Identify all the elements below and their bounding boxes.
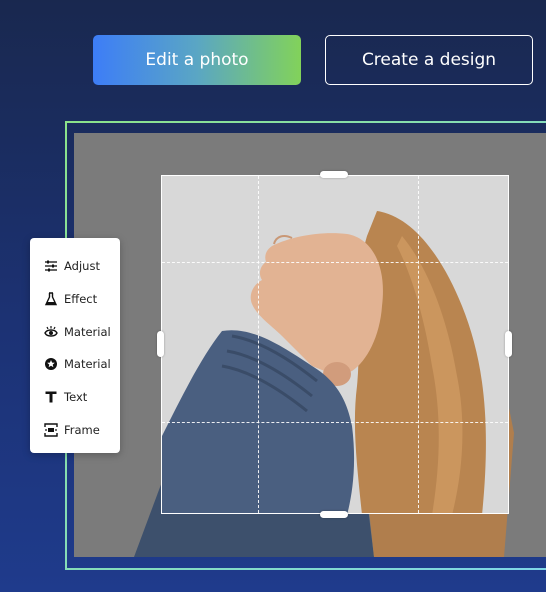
eye-icon (44, 326, 58, 337)
text-icon (45, 391, 57, 403)
tool-material-eye[interactable]: Material (44, 321, 120, 343)
tool-label: Frame (64, 423, 100, 437)
crop-box[interactable] (161, 175, 509, 514)
create-design-button[interactable]: Create a design (325, 35, 533, 85)
cropped-photo (162, 176, 508, 513)
sliders-icon (45, 260, 57, 272)
crop-handle-left[interactable] (157, 331, 164, 357)
crop-handle-top[interactable] (320, 171, 348, 178)
tool-frame[interactable]: Frame (44, 419, 120, 441)
tool-label: Text (64, 390, 88, 404)
tool-material-badge[interactable]: Material (44, 353, 120, 375)
grid-line (418, 176, 419, 513)
crop-handle-right[interactable] (505, 331, 512, 357)
edit-photo-button[interactable]: Edit a photo (93, 35, 301, 85)
flask-icon (44, 292, 58, 306)
badge-icon (45, 358, 57, 370)
tool-adjust[interactable]: Adjust (44, 255, 120, 277)
tool-label: Effect (64, 292, 98, 306)
tool-effect[interactable]: Effect (44, 288, 120, 310)
grid-line (258, 176, 259, 513)
grid-line (162, 262, 508, 263)
tool-label: Adjust (64, 259, 100, 273)
frame-icon (44, 423, 58, 437)
tool-text[interactable]: Text (44, 386, 120, 408)
tool-label: Material (64, 325, 111, 339)
tool-label: Material (64, 357, 111, 371)
grid-line (162, 422, 508, 423)
edit-toolbar: Adjust Effect Material Material Text Fra… (30, 238, 120, 453)
crop-handle-bottom[interactable] (320, 511, 348, 518)
